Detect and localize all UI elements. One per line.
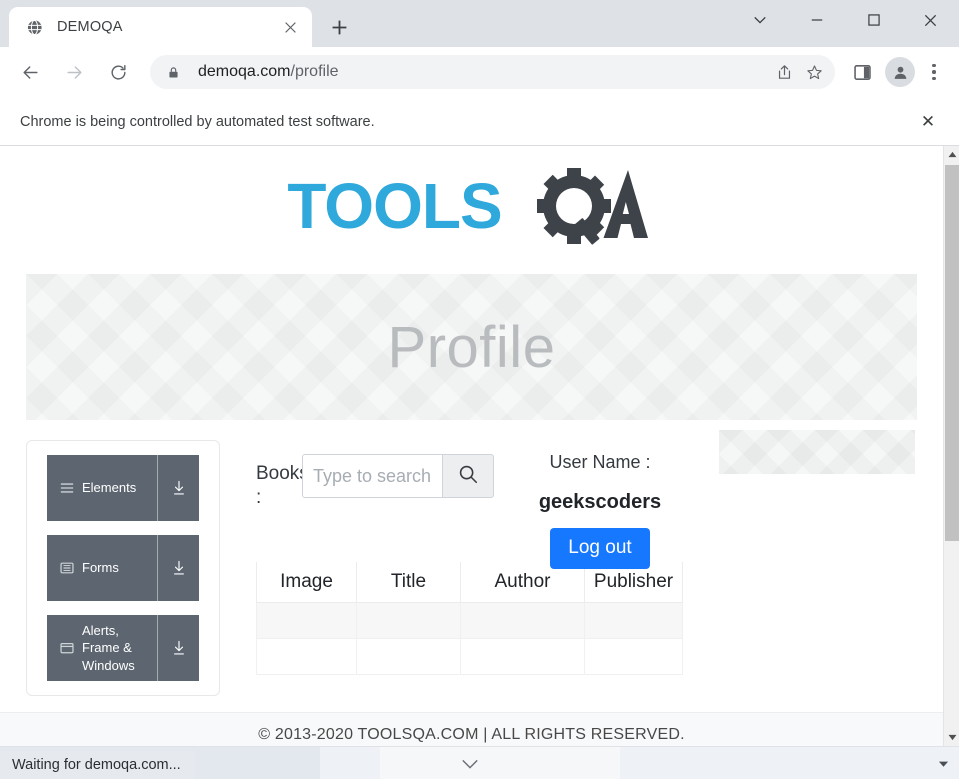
dot xyxy=(932,63,936,68)
sidebar-item-alerts-frame-windows[interactable]: Alerts, Frame & Windows xyxy=(47,615,199,681)
sidebar-item-elements[interactable]: Elements xyxy=(47,455,199,521)
table-cell-author xyxy=(460,637,585,675)
status-text: Waiting for demoqa.com... xyxy=(12,757,181,773)
automation-infobar: Chrome is being controlled by automated … xyxy=(0,98,959,146)
globe-icon xyxy=(25,18,43,36)
footer-copyright: © 2013-2020 TOOLSQA.COM | ALL RIGHTS RES… xyxy=(258,725,685,743)
site-header: TOOLS xyxy=(0,146,943,266)
window-icon xyxy=(59,640,74,655)
lock-icon xyxy=(164,63,182,81)
minimize-icon[interactable] xyxy=(788,0,845,40)
hamburger-menu-icon xyxy=(59,480,74,495)
books-table: Image Title Author Publisher xyxy=(256,561,683,675)
table-cell-publisher xyxy=(584,601,683,639)
web-page: TOOLS Profile Elements Forms Alerts, Fra… xyxy=(0,146,943,746)
page-banner: Profile xyxy=(26,274,917,420)
sidebar-item-label: Forms xyxy=(82,560,119,576)
table-row xyxy=(256,601,683,639)
back-button[interactable] xyxy=(12,54,48,90)
books-table-body xyxy=(256,601,683,675)
search-box xyxy=(302,454,494,498)
site-footer: © 2013-2020 TOOLSQA.COM | ALL RIGHTS RES… xyxy=(0,712,943,746)
automation-message: Chrome is being controlled by automated … xyxy=(20,113,375,130)
table-cell-publisher xyxy=(584,637,683,675)
dot xyxy=(932,76,936,81)
profile-avatar[interactable] xyxy=(885,57,915,87)
new-tab-button[interactable] xyxy=(322,10,356,44)
tab-search-icon[interactable] xyxy=(731,0,788,40)
books-search-row: Books : xyxy=(256,440,933,510)
forward-button[interactable] xyxy=(56,54,92,90)
bookmark-star-icon[interactable] xyxy=(799,57,829,87)
close-window-icon[interactable] xyxy=(902,0,959,40)
browser-toolbar: demoqa.com/profile xyxy=(0,47,959,98)
table-cell-image xyxy=(256,637,357,675)
window-controls xyxy=(731,0,959,40)
url-path: /profile xyxy=(290,63,339,80)
logout-button[interactable]: Log out xyxy=(550,528,650,569)
sidebar-expand-forms[interactable] xyxy=(157,535,199,601)
page-scrollbar-vertical[interactable] xyxy=(943,146,959,746)
browser-tab-demoqa[interactable]: DEMOQA xyxy=(9,7,312,47)
infobar-close-icon[interactable]: ✕ xyxy=(915,109,941,135)
search-button[interactable] xyxy=(442,454,494,498)
caret-down-icon[interactable] xyxy=(935,747,951,779)
sidebar-menu: Elements Forms Alerts, Frame & Windows xyxy=(26,440,220,696)
page-content: Elements Forms Alerts, Frame & Windows U… xyxy=(0,420,943,696)
url-domain: demoqa.com xyxy=(198,63,291,80)
maximize-icon[interactable] xyxy=(845,0,902,40)
sidebar-item-forms[interactable]: Forms xyxy=(47,535,199,601)
browser-window: DEMOQA demoqa.com/profile Chrome is bein… xyxy=(0,0,959,779)
logo-text-tools: TOOLS xyxy=(287,170,502,242)
reload-button[interactable] xyxy=(100,54,136,90)
table-cell-title xyxy=(356,601,461,639)
main-panel: User Name : geekscoders Log out Books : xyxy=(220,430,943,696)
taskbar-segment-center xyxy=(380,747,620,779)
status-bar: Waiting for demoqa.com... xyxy=(0,751,195,779)
share-icon[interactable] xyxy=(769,57,799,87)
column-header-image[interactable]: Image xyxy=(256,561,357,603)
sidebar-item-alerts-left: Alerts, Frame & Windows xyxy=(47,622,157,675)
sidebar-item-forms-left: Forms xyxy=(47,559,157,577)
page-viewport: TOOLS Profile Elements Forms Alerts, Fra… xyxy=(0,146,959,746)
dot xyxy=(932,70,936,74)
table-cell-author xyxy=(460,601,585,639)
tab-close-icon[interactable] xyxy=(278,15,302,39)
table-row xyxy=(256,637,683,675)
table-cell-image xyxy=(256,601,357,639)
search-input[interactable] xyxy=(302,454,442,498)
sidebar-item-label: Alerts, Frame & Windows xyxy=(82,622,135,673)
sidebar-expand-alerts[interactable] xyxy=(157,615,199,681)
search-icon xyxy=(457,463,479,490)
page-title: Profile xyxy=(387,314,556,380)
chevron-down-icon[interactable] xyxy=(455,747,485,779)
sidebar-expand-elements[interactable] xyxy=(157,455,199,521)
tab-title: DEMOQA xyxy=(57,19,123,35)
logo-mark-qa xyxy=(496,166,656,246)
column-header-title[interactable]: Title xyxy=(356,561,461,603)
form-icon xyxy=(59,560,74,575)
table-cell-title xyxy=(356,637,461,675)
scroll-down-arrow-icon[interactable] xyxy=(944,729,959,746)
scrollbar-thumb[interactable] xyxy=(945,165,959,541)
toolsqa-logo[interactable]: TOOLS xyxy=(287,166,655,246)
three-dots-menu-icon[interactable] xyxy=(919,55,949,89)
scroll-up-arrow-icon[interactable] xyxy=(944,146,959,163)
url-text: demoqa.com/profile xyxy=(198,63,769,81)
sidebar-item-elements-left: Elements xyxy=(47,479,157,497)
sidebar-item-label: Elements xyxy=(82,480,137,496)
side-panel-icon[interactable] xyxy=(845,55,879,89)
tab-strip: DEMOQA xyxy=(0,0,959,47)
address-bar[interactable]: demoqa.com/profile xyxy=(150,55,835,89)
